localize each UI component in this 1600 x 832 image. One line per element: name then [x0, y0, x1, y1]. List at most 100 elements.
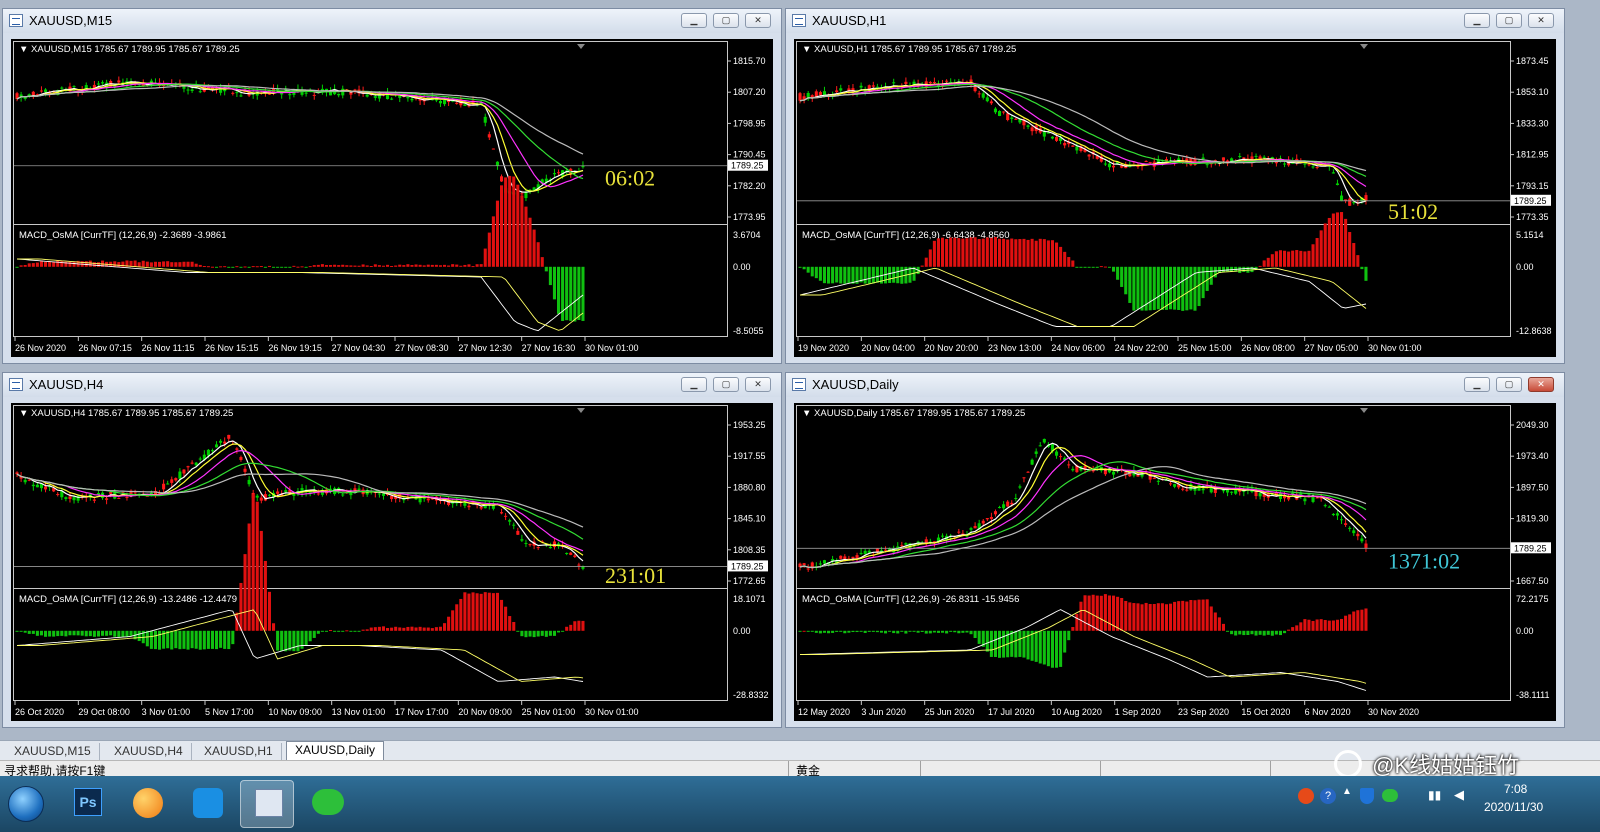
histogram-bar	[406, 626, 410, 631]
chart-window-daily[interactable]: XAUUSD,Daily ▁ ▢ ✕ ▼ XAUUSD,Daily 1785.6…	[785, 372, 1565, 728]
minimize-button[interactable]: ▁	[1464, 377, 1490, 392]
shield-icon[interactable]	[1360, 788, 1374, 804]
candle-body	[463, 104, 467, 106]
tab-xauusd-daily[interactable]: XAUUSD,Daily	[286, 741, 385, 761]
candle-body	[1014, 118, 1018, 120]
candle-body	[215, 444, 219, 448]
volume-icon[interactable]: ◀	[1454, 787, 1464, 803]
tab-xauusd-m15[interactable]: XAUUSD,M15	[6, 743, 100, 760]
histogram-bar	[1217, 617, 1221, 631]
histogram-bar	[1124, 600, 1128, 631]
taskbar-photoshop[interactable]: Ps	[60, 780, 114, 828]
network-icon[interactable]: ▮▮	[1428, 788, 1441, 802]
histogram-bar	[345, 630, 349, 632]
price-axis-label: 1807.20	[733, 87, 766, 97]
date-axis-label: 26 Nov 2020	[15, 343, 66, 353]
close-button[interactable]: ✕	[745, 13, 771, 28]
candle-body	[1360, 538, 1364, 542]
tab-xauusd-h4[interactable]: XAUUSD,H4	[106, 743, 192, 760]
minimize-button[interactable]: ▁	[681, 13, 707, 28]
input-method-icon[interactable]	[1298, 788, 1314, 804]
clock-time[interactable]: 7:08	[1504, 782, 1527, 796]
histogram-bar	[1258, 630, 1262, 635]
date-axis-label: 29 Oct 08:00	[78, 707, 130, 717]
tray-expand-icon[interactable]: ▲	[1342, 786, 1352, 797]
price-chart[interactable]: ▼ XAUUSD,M15 1785.67 1789.95 1785.67 178…	[11, 39, 773, 357]
histogram-bar	[357, 630, 361, 632]
window-titlebar[interactable]: XAUUSD,M15 ▁ ▢ ✕	[3, 9, 781, 33]
minimize-button[interactable]: ▁	[1464, 13, 1490, 28]
histogram-bar	[1087, 266, 1091, 268]
histogram-bar	[973, 630, 977, 639]
oscillator-axis-label: -38.1111	[1516, 690, 1550, 700]
histogram-bar	[426, 264, 430, 267]
close-button[interactable]: ✕	[745, 377, 771, 392]
date-axis-label: 10 Nov 09:00	[268, 707, 322, 717]
metatrader-icon	[255, 789, 283, 817]
histogram-bar	[455, 604, 459, 631]
minimize-button[interactable]: ▁	[681, 377, 707, 392]
histogram-bar	[916, 630, 920, 633]
histogram-bar	[402, 627, 406, 631]
date-axis-label: 30 Nov 01:00	[585, 343, 639, 353]
maximize-button[interactable]: ▢	[1496, 377, 1522, 392]
help-icon[interactable]: ?	[1320, 788, 1336, 804]
histogram-bar	[296, 630, 300, 652]
close-button[interactable]: ✕	[1528, 13, 1554, 28]
candle-body	[981, 93, 985, 98]
taskbar-wechat[interactable]	[300, 780, 354, 828]
histogram-bar	[15, 630, 19, 632]
histogram-bar	[896, 630, 900, 634]
candle-body	[288, 94, 292, 96]
chart-window-h4[interactable]: XAUUSD,H4 ▁ ▢ ✕ ▼ XAUUSD,H4 1785.67 1789…	[2, 372, 782, 728]
orange-app-icon	[133, 788, 163, 818]
taskbar-app-blue[interactable]	[180, 780, 234, 828]
histogram-bar	[68, 630, 72, 636]
oscillator-axis-label: 5.1514	[1516, 230, 1544, 240]
price-chart[interactable]: ▼ XAUUSD,H4 1785.67 1789.95 1785.67 1789…	[11, 403, 773, 721]
tab-xauusd-h1[interactable]: XAUUSD,H1	[196, 743, 282, 760]
maximize-button[interactable]: ▢	[713, 377, 739, 392]
histogram-bar	[936, 630, 940, 633]
histogram-bar	[153, 261, 157, 267]
window-titlebar[interactable]: XAUUSD,H1 ▁ ▢ ✕	[786, 9, 1564, 33]
close-button[interactable]: ✕	[1528, 377, 1554, 392]
oscillator-axis-label: 0.00	[1516, 626, 1534, 636]
taskbar-metatrader[interactable]	[240, 780, 294, 828]
blue-app-icon	[193, 788, 223, 818]
histogram-bar	[381, 626, 385, 631]
candle-body	[96, 493, 100, 495]
histogram-bar	[1160, 603, 1164, 631]
start-button[interactable]	[4, 780, 48, 828]
taskbar-app-orange[interactable]	[120, 780, 174, 828]
candle-body	[1348, 527, 1352, 529]
histogram-bar	[72, 261, 76, 267]
histogram-bar	[1120, 597, 1124, 631]
histogram-bar	[989, 237, 993, 267]
wechat-tray-icon[interactable]	[1382, 789, 1398, 802]
price-chart[interactable]: ▼ XAUUSD,Daily 1785.67 1789.95 1785.67 1…	[794, 403, 1556, 721]
histogram-bar	[1230, 266, 1234, 272]
maximize-button[interactable]: ▢	[713, 13, 739, 28]
histogram-bar	[985, 630, 989, 652]
histogram-bar	[88, 260, 92, 267]
histogram-bar	[194, 263, 198, 267]
histogram-bar	[936, 238, 940, 267]
candle-body	[569, 552, 573, 555]
maximize-button[interactable]: ▢	[1496, 13, 1522, 28]
histogram-bar	[1205, 599, 1209, 631]
window-titlebar[interactable]: XAUUSD,H4 ▁ ▢ ✕	[3, 373, 781, 397]
clock-date[interactable]: 2020/11/30	[1484, 800, 1543, 814]
candle-body	[802, 563, 806, 565]
histogram-bar	[1319, 619, 1323, 631]
histogram-bar	[1136, 266, 1140, 310]
chart-window-m15[interactable]: XAUUSD,M15 ▁ ▢ ✕ ▼ XAUUSD,M15 1785.67 17…	[2, 8, 782, 364]
window-titlebar[interactable]: XAUUSD,Daily ▁ ▢ ✕	[786, 373, 1564, 397]
histogram-bar	[802, 630, 806, 632]
histogram-bar	[998, 630, 1002, 658]
date-axis-label: 24 Nov 06:00	[1051, 343, 1105, 353]
price-chart[interactable]: ▼ XAUUSD,H1 1785.67 1789.95 1785.67 1789…	[794, 39, 1556, 357]
date-axis-label: 20 Nov 20:00	[925, 343, 979, 353]
histogram-bar	[552, 266, 556, 300]
chart-window-h1[interactable]: XAUUSD,H1 ▁ ▢ ✕ ▼ XAUUSD,H1 1785.67 1789…	[785, 8, 1565, 364]
